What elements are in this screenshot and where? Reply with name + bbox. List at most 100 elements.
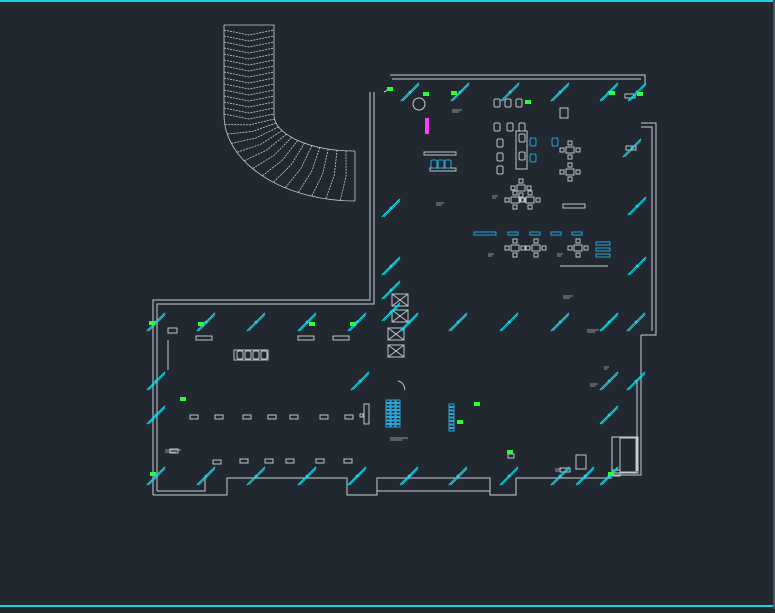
chair-icon bbox=[236, 350, 244, 360]
cabinet-icon bbox=[507, 453, 515, 459]
light-fixture-icon bbox=[196, 466, 216, 486]
light-fixture-icon bbox=[448, 312, 468, 332]
light-fixture-icon bbox=[381, 256, 401, 276]
viewport-bottom-border bbox=[0, 605, 775, 607]
workstation bbox=[267, 414, 277, 420]
wall-east bbox=[641, 122, 657, 336]
light-fixture-icon bbox=[626, 371, 646, 391]
chair-icon bbox=[529, 153, 537, 163]
cabinet-icon bbox=[167, 327, 178, 334]
light-fixture-icon bbox=[599, 371, 619, 391]
sensor-icon bbox=[474, 402, 480, 406]
sensor-icon bbox=[451, 91, 457, 95]
floor-plan-drawing bbox=[146, 24, 657, 496]
bench bbox=[550, 231, 562, 236]
workstation bbox=[242, 414, 252, 420]
chair-icon bbox=[529, 137, 537, 147]
counter bbox=[562, 203, 586, 209]
sensor-icon bbox=[507, 450, 513, 454]
sensor-icon bbox=[608, 472, 614, 476]
stair-tread bbox=[262, 140, 299, 177]
workstation bbox=[189, 414, 199, 420]
light-fixture-icon bbox=[500, 82, 520, 102]
chair-icon bbox=[515, 98, 523, 108]
chair-icon bbox=[430, 159, 438, 169]
wall-south bbox=[153, 477, 612, 496]
storage-crate bbox=[391, 293, 409, 307]
light-fixture-icon bbox=[550, 82, 570, 102]
chair-icon bbox=[496, 165, 504, 175]
highlighted-fixture bbox=[412, 97, 429, 134]
table-with-chairs bbox=[525, 238, 547, 258]
chair-icon bbox=[244, 350, 252, 360]
chair-icon bbox=[551, 137, 559, 147]
workstation bbox=[285, 458, 295, 464]
cad-viewport[interactable] bbox=[0, 0, 775, 609]
furniture-layer bbox=[165, 93, 637, 477]
table-with-chairs bbox=[567, 238, 589, 258]
stair-tread bbox=[223, 35, 275, 42]
workstation bbox=[344, 414, 354, 420]
light-fixture-icon bbox=[246, 312, 266, 332]
chair-icon bbox=[504, 98, 512, 108]
bench bbox=[595, 247, 611, 252]
stair-tread bbox=[297, 147, 321, 193]
sensor-icon bbox=[387, 87, 393, 91]
sensor-icon bbox=[457, 420, 463, 424]
table-with-chairs bbox=[559, 162, 581, 182]
bench bbox=[595, 241, 611, 246]
bench bbox=[507, 231, 519, 236]
stair-tread bbox=[325, 150, 338, 199]
bench bbox=[473, 231, 497, 236]
stair-tread bbox=[223, 71, 275, 78]
bench bbox=[529, 231, 541, 236]
cabinet-icon bbox=[575, 454, 587, 470]
light-fixture-icon bbox=[575, 466, 595, 486]
light-fixture-icon bbox=[599, 312, 619, 332]
workstation bbox=[264, 458, 274, 464]
counter bbox=[423, 151, 457, 156]
stair-outline bbox=[223, 24, 275, 115]
stair-tread bbox=[252, 137, 292, 169]
light-fixture-icon bbox=[146, 405, 166, 425]
stair-tread bbox=[224, 118, 275, 126]
stair-tread bbox=[223, 113, 275, 120]
workstation bbox=[315, 458, 325, 464]
stair-tread bbox=[223, 41, 275, 48]
stair-tread bbox=[339, 150, 347, 201]
stair-tread bbox=[223, 65, 275, 72]
cabinet-icon bbox=[559, 107, 569, 119]
chair-icon bbox=[493, 122, 501, 132]
light-fixture-icon bbox=[297, 466, 317, 486]
light-fixture-icon bbox=[347, 466, 367, 486]
wall-upper-west-inner bbox=[156, 92, 375, 491]
light-fixture-icon bbox=[626, 312, 646, 332]
chair-icon bbox=[506, 122, 514, 132]
stair-tread bbox=[223, 47, 275, 54]
sensor-icon bbox=[637, 92, 643, 96]
sensor-icon bbox=[150, 472, 156, 476]
workstation bbox=[212, 459, 222, 465]
stair-icon bbox=[223, 24, 356, 202]
stair-tread bbox=[273, 142, 305, 183]
service-room bbox=[619, 437, 637, 473]
shelf bbox=[363, 403, 370, 425]
light-fixture-icon bbox=[448, 466, 468, 486]
stair-tread bbox=[223, 101, 275, 108]
chair-icon bbox=[518, 133, 526, 143]
room-corner-se bbox=[611, 436, 639, 474]
stair-tread bbox=[223, 77, 275, 84]
stair-tread bbox=[236, 130, 283, 153]
stair-tread bbox=[223, 53, 275, 60]
workstation bbox=[169, 448, 179, 454]
stair-tread bbox=[223, 59, 275, 66]
stair-tread bbox=[311, 148, 329, 197]
bench bbox=[571, 231, 583, 236]
light-fixture-icon bbox=[627, 256, 647, 276]
stair-outer-curve bbox=[223, 114, 356, 202]
chair-icon bbox=[444, 159, 452, 169]
chair-icon bbox=[493, 98, 501, 108]
sensor-icon bbox=[423, 92, 429, 96]
chair-icon bbox=[437, 159, 445, 169]
stair-tread bbox=[223, 107, 275, 114]
